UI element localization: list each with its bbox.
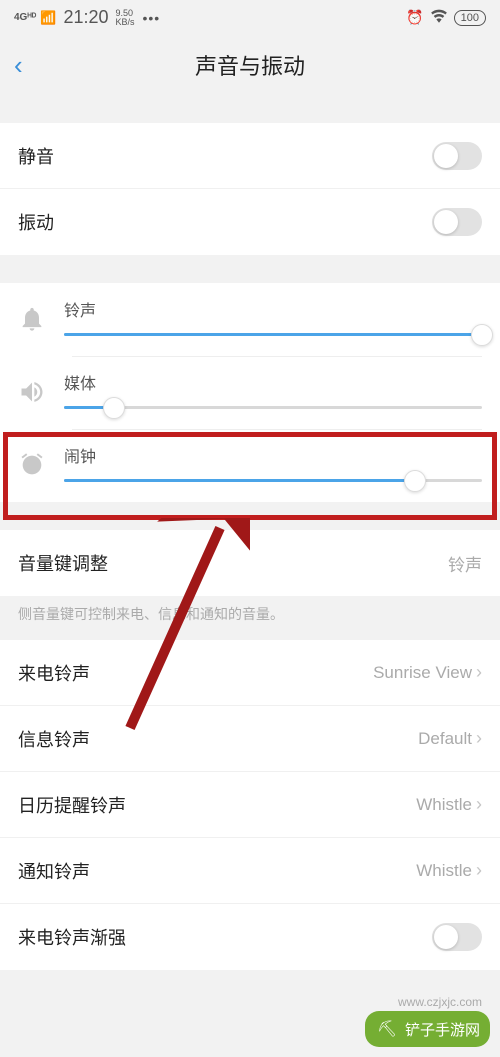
chevron-right-icon: › — [476, 728, 482, 749]
alarm-slider-label: 闹钟 — [64, 443, 482, 467]
status-right: ⏰ 100 — [406, 7, 486, 28]
speaker-icon — [18, 378, 46, 406]
volume-key-row[interactable]: 音量键调整 铃声 — [0, 530, 500, 596]
wifi-icon — [430, 7, 448, 28]
status-time: 21:20 — [63, 7, 108, 28]
chevron-right-icon: › — [476, 860, 482, 881]
calendar-ringtone-label: 日历提醒铃声 — [18, 792, 126, 818]
crescendo-toggle[interactable] — [432, 923, 482, 951]
status-bar: 4Gᴴᴰ 📶 21:20 9.50KB/s ••• ⏰ 100 — [0, 0, 500, 35]
vibrate-label: 振动 — [18, 209, 54, 235]
page-header: ‹ 声音与振动 — [0, 35, 500, 95]
ringtone-slider[interactable] — [64, 333, 482, 336]
battery-indicator: 100 — [454, 10, 486, 26]
media-slider[interactable] — [64, 406, 482, 409]
silent-toggle[interactable] — [432, 142, 482, 170]
netspeed: 9.50KB/s — [115, 9, 134, 25]
shovel-icon: ⛏ — [375, 1017, 399, 1041]
alarm-icon: ⏰ — [406, 9, 423, 26]
media-slider-row: 媒体 — [0, 356, 500, 429]
toggle-group: 静音 振动 — [0, 123, 500, 255]
chevron-right-icon: › — [476, 794, 482, 815]
message-ringtone-label: 信息铃声 — [18, 726, 90, 752]
media-slider-thumb[interactable] — [103, 397, 125, 419]
volume-key-value: 铃声 — [448, 551, 482, 576]
back-button[interactable]: ‹ — [14, 50, 23, 81]
volume-key-label: 音量键调整 — [18, 550, 108, 576]
status-left: 4Gᴴᴰ 📶 21:20 9.50KB/s ••• — [14, 7, 160, 28]
alarm-slider-thumb[interactable] — [404, 470, 426, 492]
silent-label: 静音 — [18, 143, 54, 169]
vibrate-row[interactable]: 振动 — [0, 189, 500, 255]
incoming-ringtone-row[interactable]: 来电铃声 Sunrise View › — [0, 640, 500, 706]
volume-key-group: 音量键调整 铃声 — [0, 530, 500, 596]
ringtone-slider-row: 铃声 — [0, 283, 500, 356]
alarm-slider-row: 闹钟 — [0, 429, 500, 502]
watermark-badge: ⛏ 铲子手游网 — [365, 1011, 490, 1047]
calendar-ringtone-row[interactable]: 日历提醒铃声 Whistle › — [0, 772, 500, 838]
notification-ringtone-row[interactable]: 通知铃声 Whistle › — [0, 838, 500, 904]
incoming-ringtone-value: Sunrise View — [373, 663, 472, 683]
message-ringtone-value: Default — [418, 729, 472, 749]
calendar-ringtone-value: Whistle — [416, 795, 472, 815]
chevron-right-icon: › — [476, 662, 482, 683]
crescendo-label: 来电铃声渐强 — [18, 924, 126, 950]
notification-ringtone-value: Whistle — [416, 861, 472, 881]
bell-icon — [18, 305, 46, 333]
ringtone-group: 来电铃声 Sunrise View › 信息铃声 Default › 日历提醒铃… — [0, 640, 500, 970]
incoming-ringtone-label: 来电铃声 — [18, 660, 90, 686]
crescendo-row[interactable]: 来电铃声渐强 — [0, 904, 500, 970]
watermark-text: 铲子手游网 — [405, 1019, 480, 1040]
watermark-url: www.czjxjc.com — [398, 995, 482, 1009]
status-more-icon: ••• — [143, 10, 161, 26]
clock-icon — [18, 451, 46, 479]
page-title: 声音与振动 — [195, 49, 305, 81]
message-ringtone-row[interactable]: 信息铃声 Default › — [0, 706, 500, 772]
signal-indicator: 4Gᴴᴰ — [14, 12, 36, 23]
signal-bars-icon: 📶 — [40, 10, 56, 26]
alarm-slider[interactable] — [64, 479, 482, 482]
ringtone-slider-label: 铃声 — [64, 297, 482, 321]
volume-key-desc: 侧音量键可控制来电、信息和通知的音量。 — [0, 596, 500, 640]
slider-group: 铃声 媒体 闹钟 — [0, 283, 500, 502]
notification-ringtone-label: 通知铃声 — [18, 858, 90, 884]
silent-row[interactable]: 静音 — [0, 123, 500, 189]
media-slider-label: 媒体 — [64, 370, 482, 394]
ringtone-slider-thumb[interactable] — [471, 324, 493, 346]
vibrate-toggle[interactable] — [432, 208, 482, 236]
